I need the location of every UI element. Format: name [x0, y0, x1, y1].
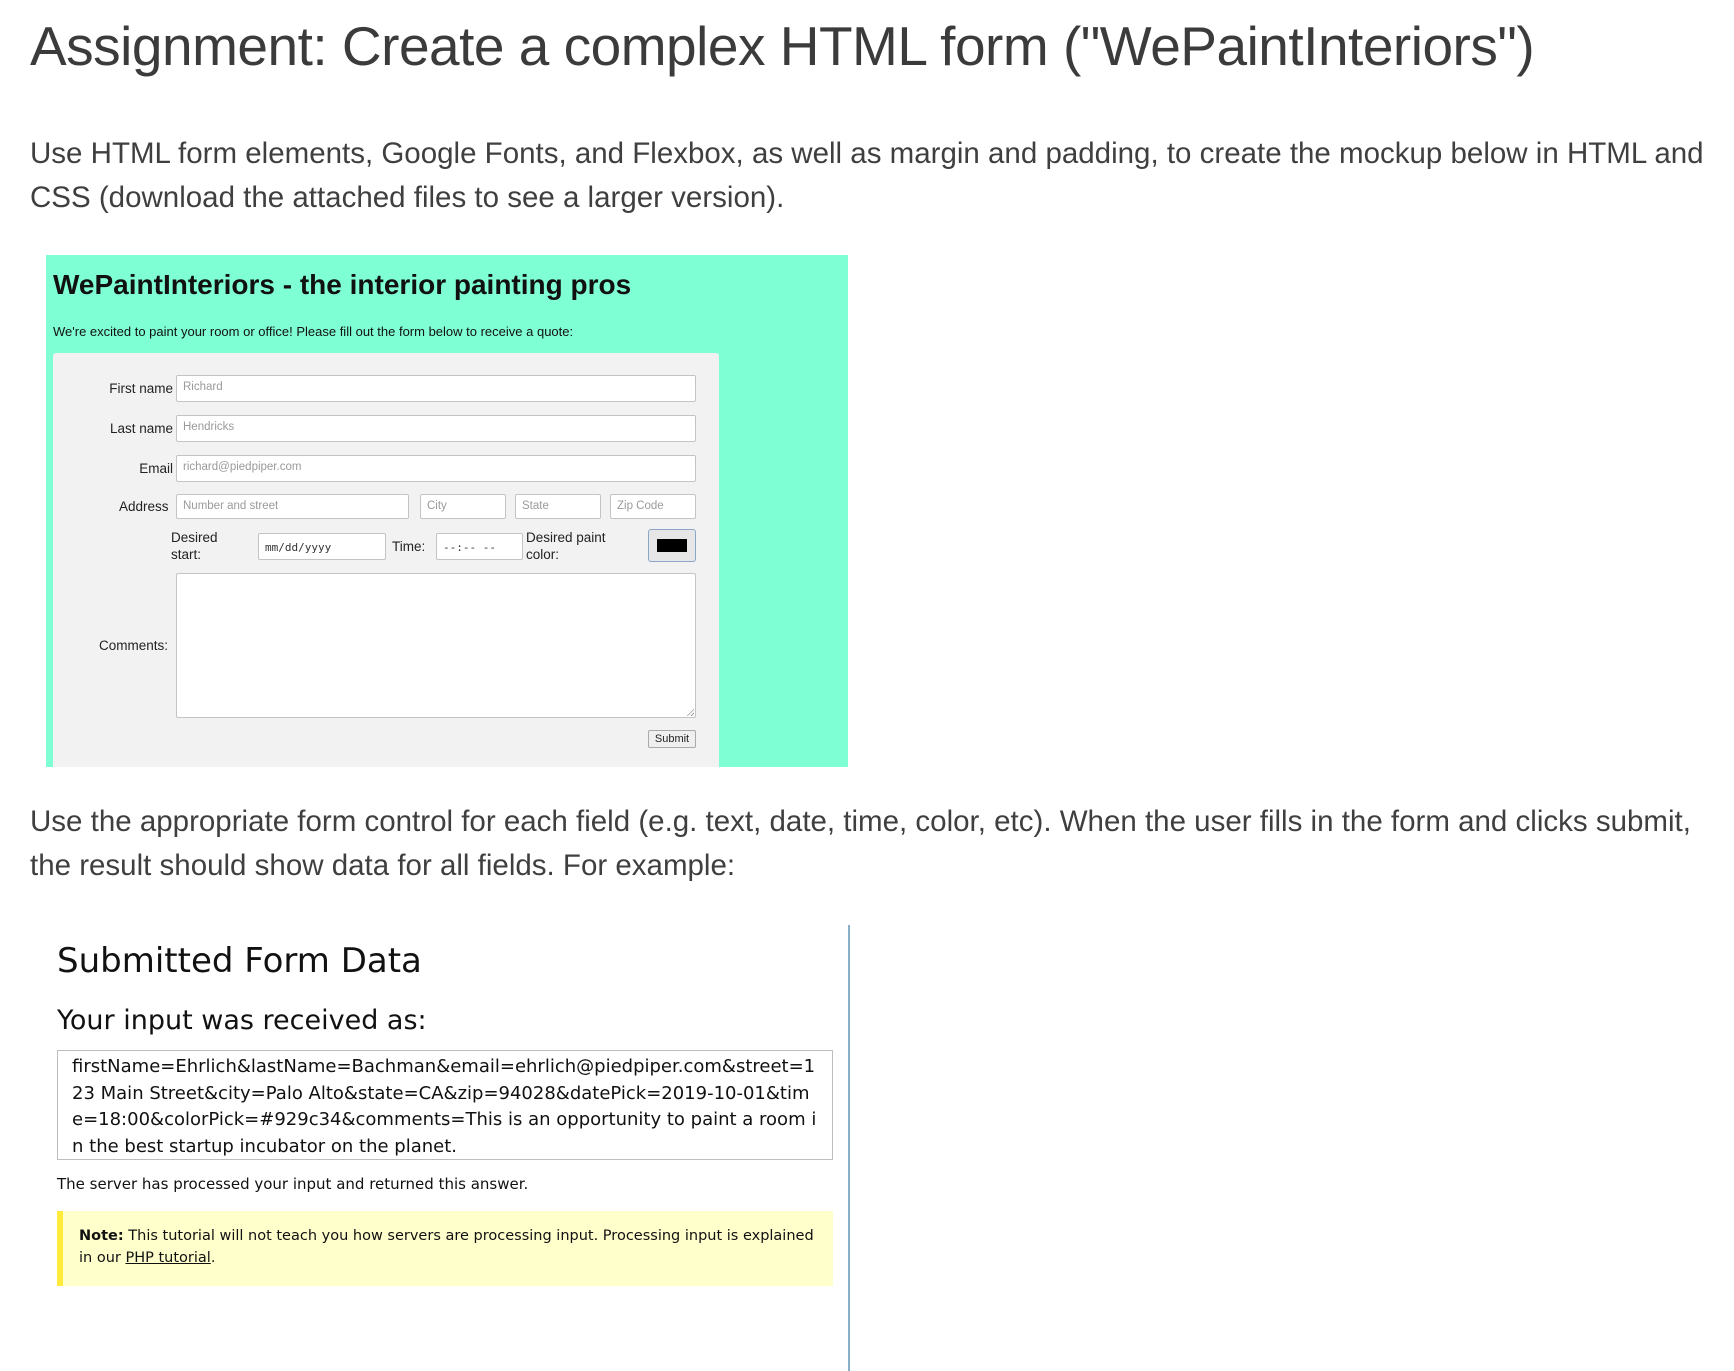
- resize-handle-icon[interactable]: [686, 708, 694, 716]
- assignment-intro: Use HTML form elements, Google Fonts, an…: [30, 137, 1704, 214]
- result-title: Submitted Form Data: [57, 941, 422, 981]
- note-suffix: .: [210, 1250, 216, 1266]
- state-field[interactable]: State: [515, 494, 601, 519]
- assignment-instructions: Use the appropriate form control for eac…: [30, 805, 1691, 882]
- submit-button[interactable]: Submit: [648, 730, 696, 748]
- color-swatch: [657, 539, 687, 552]
- email-field[interactable]: richard@piedpiper.com: [176, 455, 696, 482]
- mockup-image: WePaintInteriors - the interior painting…: [46, 255, 848, 767]
- note-label: Note:: [79, 1228, 124, 1244]
- note-box: Note: This tutorial will not teach you h…: [57, 1211, 833, 1286]
- last-name-field[interactable]: Hendricks: [176, 415, 696, 442]
- result-output-box: firstName=Ehrlich&lastName=Bachman&email…: [57, 1050, 833, 1160]
- processed-message: The server has processed your input and …: [57, 1175, 529, 1193]
- email-label: Email: [139, 461, 173, 476]
- result-image: Submitted Form Data Your input was recei…: [46, 925, 851, 1371]
- comments-textarea[interactable]: [176, 573, 696, 718]
- result-subtitle: Your input was received as:: [57, 1005, 427, 1036]
- paint-color-label-line2: color:: [526, 547, 560, 562]
- paint-color-label-line1: Desired paint: [526, 530, 606, 545]
- first-name-field[interactable]: Richard: [176, 375, 696, 402]
- street-field[interactable]: Number and street: [176, 494, 409, 519]
- page: Assignment: Create a complex HTML form (…: [0, 0, 1734, 1371]
- mockup-intro: We're excited to paint your room or offi…: [53, 324, 574, 339]
- paint-color-picker[interactable]: [648, 529, 696, 562]
- quote-form: First name Richard Last name Hendricks E…: [53, 353, 719, 767]
- desired-start-label-line2: start:: [171, 547, 202, 562]
- first-name-label: First name: [109, 381, 173, 396]
- divider: [848, 925, 850, 1371]
- date-field[interactable]: mm/dd/yyyy: [258, 533, 386, 560]
- assignment-title: Assignment: Create a complex HTML form (…: [30, 15, 1535, 77]
- city-field[interactable]: City: [420, 494, 506, 519]
- time-field[interactable]: --:-- --: [436, 533, 523, 560]
- comments-label: Comments:: [99, 638, 169, 653]
- address-label: Address: [119, 499, 169, 514]
- time-label: Time:: [392, 539, 426, 554]
- mockup-title: WePaintInteriors - the interior painting…: [53, 269, 632, 300]
- zip-field[interactable]: Zip Code: [610, 494, 696, 519]
- desired-start-label-line1: Desired: [171, 530, 218, 545]
- php-tutorial-link[interactable]: PHP tutorial: [125, 1250, 210, 1266]
- last-name-label: Last name: [109, 421, 173, 436]
